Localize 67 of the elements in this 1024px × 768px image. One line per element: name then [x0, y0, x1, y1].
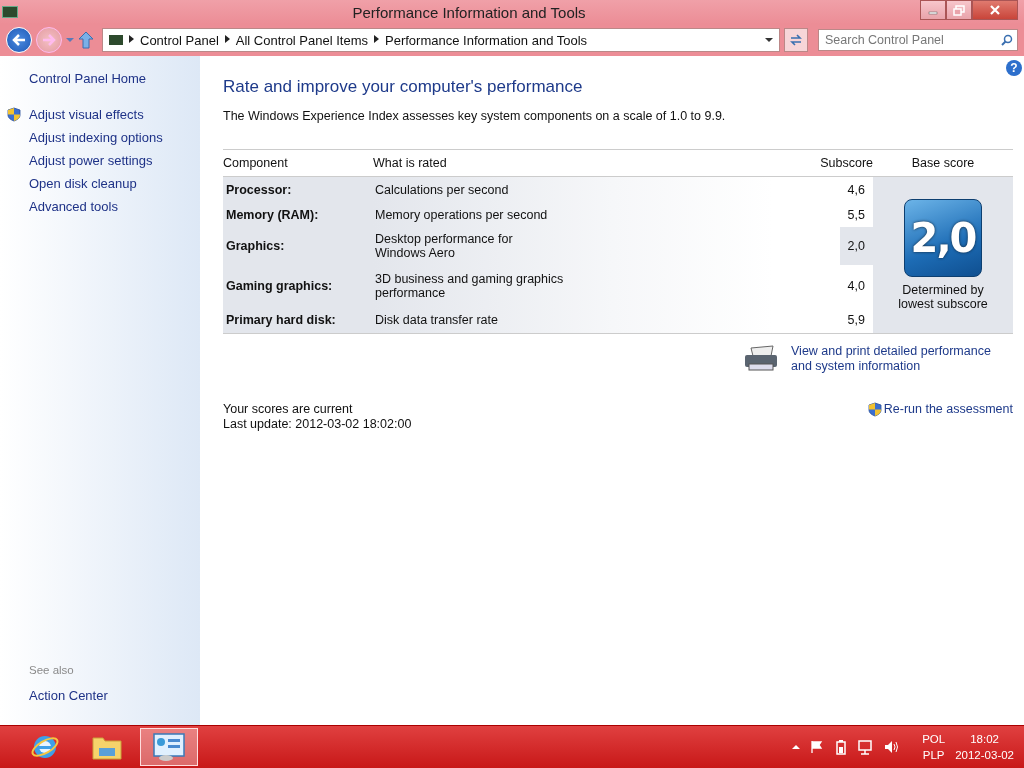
sidebar-link[interactable]: Open disk cleanup	[29, 172, 200, 195]
see-also-link[interactable]: Action Center	[29, 684, 200, 707]
clock[interactable]: 18:02 2012-03-02	[955, 731, 1014, 763]
sidebar-link[interactable]: Adjust indexing options	[29, 126, 200, 149]
search-icon	[1001, 34, 1013, 46]
back-button[interactable]	[6, 27, 32, 53]
breadcrumb-item[interactable]: All Control Panel Items	[229, 32, 374, 48]
taskbar-button[interactable]	[140, 728, 198, 766]
status-text: Your scores are current	[223, 402, 354, 417]
rated-description: Calculations per second	[375, 183, 510, 197]
control-panel-icon	[109, 35, 123, 45]
sidebar-link[interactable]: Control Panel Home	[29, 71, 200, 86]
base-score-tile: 2,0	[904, 199, 982, 277]
sidebar-link[interactable]: Advanced tools	[29, 195, 200, 218]
restore-icon	[953, 4, 965, 16]
see-also-heading: See also	[29, 664, 75, 676]
column-header: Subscore	[773, 150, 873, 177]
restore-button[interactable]	[946, 0, 972, 20]
rated-description: 3D business and gaming graphics performance	[375, 272, 565, 300]
minimize-button[interactable]	[920, 0, 946, 20]
breadcrumb-item[interactable]: Performance Information and Tools	[379, 32, 594, 48]
breadcrumb-arrow-icon[interactable]	[129, 35, 134, 45]
subscore-value: 4,0	[846, 278, 866, 295]
flag-icon[interactable]	[810, 740, 825, 754]
sidebar-link[interactable]: Adjust power settings	[29, 149, 200, 172]
page-heading: Rate and improve your computer's performance	[223, 77, 584, 97]
rated-description: Disk data transfer rate	[375, 313, 499, 327]
subscore-value: 5,9	[846, 312, 866, 329]
rated-description: Desktop performance for Windows Aero	[375, 232, 514, 260]
refresh-icon	[789, 33, 803, 47]
sidebar-link[interactable]: Adjust visual effects	[29, 103, 200, 126]
subscore-value: 2,0	[839, 227, 873, 265]
component-name: Gaming graphics:	[223, 265, 373, 307]
component-name: Processor:	[223, 177, 373, 203]
subscore-value: 4,6	[846, 182, 866, 199]
network-icon[interactable]	[858, 739, 875, 755]
close-button[interactable]	[972, 0, 1018, 20]
speaker-icon[interactable]	[884, 740, 901, 754]
breadcrumb-arrow-icon[interactable]	[374, 35, 379, 45]
component-name: Graphics:	[223, 227, 373, 265]
control-panel-icon	[152, 732, 186, 762]
app-icon	[2, 6, 18, 18]
search-field[interactable]: Search Control Panel	[818, 29, 1018, 51]
printer-icon	[743, 344, 779, 372]
rated-description: Memory operations per second	[375, 208, 549, 222]
right-arrow-icon	[42, 34, 56, 46]
left-arrow-icon	[12, 34, 26, 46]
shield-icon	[867, 402, 882, 417]
show-hidden-icons-caret-icon[interactable]	[792, 744, 801, 750]
dropdown-caret-icon[interactable]	[765, 37, 773, 43]
print-details-link[interactable]: View and print detailed performance and system information	[791, 344, 1013, 374]
component-name: Memory (RAM):	[223, 203, 373, 227]
base-score-note: Determined by lowest subscore	[897, 283, 989, 311]
battery-icon[interactable]	[834, 739, 849, 755]
rerun-assessment-link[interactable]: Re-run the assessment	[883, 402, 1013, 417]
help-button[interactable]: ?	[1006, 60, 1022, 76]
subscore-value: 5,5	[846, 207, 866, 224]
language-indicator[interactable]: POL PLP	[922, 731, 946, 763]
window-title: Performance Information and Tools	[351, 3, 587, 21]
refresh-button[interactable]	[784, 28, 808, 52]
address-field[interactable]: Control Panel All Control Panel Items Performance Information and Tools	[102, 28, 780, 52]
last-update-text: Last update: 2012-03-02 18:02:00	[223, 417, 412, 432]
breadcrumb-arrow-icon[interactable]	[224, 35, 230, 45]
breadcrumb-item[interactable]: Control Panel	[134, 32, 225, 48]
close-icon	[989, 5, 1001, 15]
intro-text: The Windows Experience Index assesses key system components on a scale of 1.0 to 9.9.	[223, 109, 727, 123]
component-name: Primary hard disk:	[223, 307, 373, 333]
